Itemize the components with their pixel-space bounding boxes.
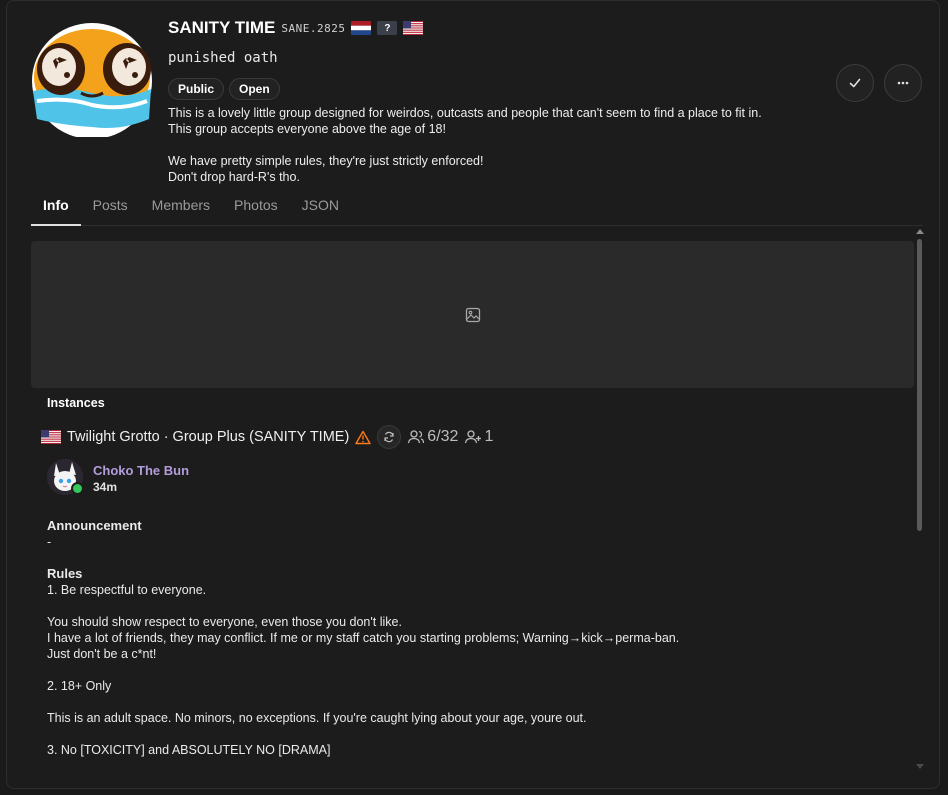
tab-json[interactable]: JSON bbox=[290, 187, 351, 225]
tab-posts[interactable]: Posts bbox=[81, 187, 140, 225]
instances-title: Instances bbox=[47, 396, 105, 410]
friend-count: 1 bbox=[464, 428, 493, 446]
public-chip: Public bbox=[168, 78, 225, 100]
group-name: SANITY TIME bbox=[168, 18, 276, 37]
description-line: We have pretty simple rules, they're jus… bbox=[168, 154, 484, 168]
group-avatar bbox=[31, 19, 153, 139]
instance-user[interactable]: Choko The Bun 34m bbox=[47, 459, 189, 495]
rules-line: 2. 18+ Only bbox=[47, 679, 112, 693]
unknown-flag-icon: ? bbox=[377, 21, 398, 35]
rules-line: This is an adult space. No minors, no ex… bbox=[47, 711, 587, 725]
usa-flag-icon bbox=[403, 21, 424, 35]
online-status-dot bbox=[71, 482, 84, 495]
group-window: SANITY TIME SANE.2825 ? punished oath Pu… bbox=[6, 0, 940, 789]
user-count: 6/32 bbox=[407, 428, 458, 446]
user-avatar[interactable] bbox=[47, 459, 84, 495]
confirm-button[interactable] bbox=[836, 64, 874, 102]
usa-flag-icon bbox=[41, 430, 61, 444]
netherlands-flag-icon bbox=[351, 21, 372, 35]
tab-info[interactable]: Info bbox=[31, 187, 81, 226]
more-options-button[interactable] bbox=[884, 64, 922, 102]
instance-row[interactable]: Twilight Grotto · Group Plus (SANITY TIM… bbox=[41, 425, 493, 449]
user-info: Choko The Bun 34m bbox=[93, 459, 189, 494]
user-count-value: 6/32 bbox=[427, 428, 459, 445]
add-friend-icon bbox=[465, 430, 482, 444]
scroll-down-arrow[interactable] bbox=[916, 764, 924, 769]
rules-line: You should show respect to everyone, eve… bbox=[47, 615, 402, 629]
tab-photos[interactable]: Photos bbox=[222, 187, 290, 225]
rules-title: Rules bbox=[47, 566, 83, 581]
friend-count-value: 1 bbox=[484, 428, 494, 445]
group-code: SANE.2825 bbox=[281, 21, 346, 35]
image-placeholder-icon bbox=[465, 307, 480, 322]
scroll-thumb[interactable] bbox=[917, 239, 922, 531]
check-icon bbox=[849, 78, 861, 88]
announcement-text: - bbox=[47, 535, 52, 549]
group-description: This is a lovely little group designed f… bbox=[168, 105, 828, 185]
description-line: This group accepts everyone above the ag… bbox=[168, 122, 446, 136]
description-line: Don't drop hard-R's tho. bbox=[168, 170, 300, 184]
tab-bar: Info Posts Members Photos JSON bbox=[31, 187, 923, 226]
tab-members[interactable]: Members bbox=[140, 187, 222, 225]
scroll-up-arrow[interactable] bbox=[916, 229, 924, 234]
user-name[interactable]: Choko The Bun bbox=[93, 463, 189, 478]
group-chips: Public Open bbox=[168, 78, 280, 100]
rules-line: 3. No [TOXICITY] and ABSOLUTELY NO [DRAM… bbox=[47, 743, 331, 757]
rules-line: I have a lot of friends, they may confli… bbox=[47, 631, 680, 645]
open-chip: Open bbox=[229, 78, 280, 100]
group-banner-image bbox=[31, 241, 914, 388]
instance-name[interactable]: Twilight Grotto · Group Plus (SANITY TIM… bbox=[67, 429, 349, 445]
refresh-button[interactable] bbox=[377, 425, 402, 449]
group-rules-text: Announcement - Rules 1. Be respectful to… bbox=[47, 518, 907, 758]
description-line: This is a lovely little group designed f… bbox=[168, 106, 762, 120]
content-scrollbar[interactable] bbox=[915, 229, 925, 769]
ellipsis-icon bbox=[897, 81, 909, 85]
announcement-title: Announcement bbox=[47, 518, 142, 533]
rules-line: Just don't be a c*nt! bbox=[47, 647, 157, 661]
warning-icon bbox=[355, 430, 371, 444]
rules-line: 1. Be respectful to everyone. bbox=[47, 583, 207, 597]
user-time: 34m bbox=[93, 480, 118, 494]
group-name-row: SANITY TIME SANE.2825 ? bbox=[168, 18, 424, 38]
users-icon bbox=[408, 430, 425, 444]
group-subtitle: punished oath bbox=[168, 50, 278, 66]
refresh-icon bbox=[384, 431, 394, 443]
